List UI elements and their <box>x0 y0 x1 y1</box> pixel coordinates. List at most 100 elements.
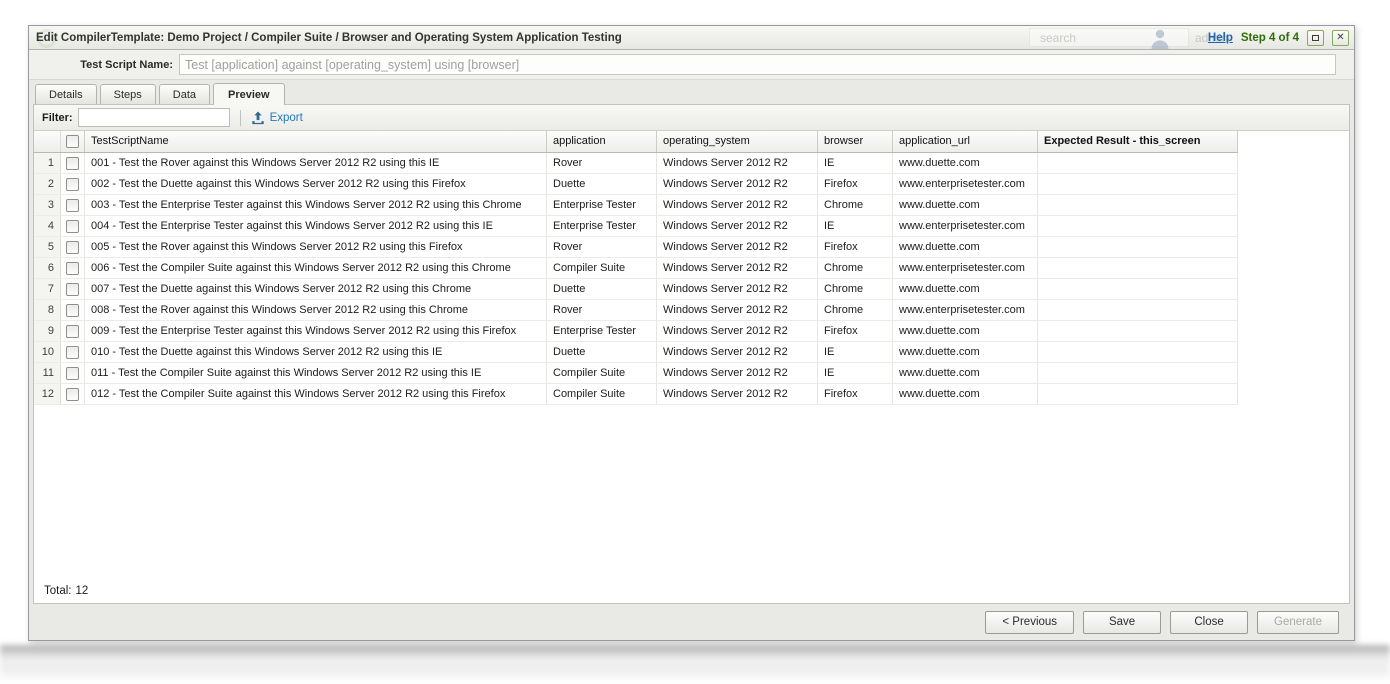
previous-button[interactable]: < Previous <box>985 611 1074 634</box>
cell-browser: Chrome <box>818 195 893 215</box>
cell-name: 006 - Test the Compiler Suite against th… <box>85 258 547 278</box>
table-row[interactable]: 1001 - Test the Rover against this Windo… <box>34 153 1238 174</box>
row-checkbox[interactable] <box>66 262 79 275</box>
cell-os: Windows Server 2012 R2 <box>657 300 818 320</box>
table-row[interactable]: 10010 - Test the Duette against this Win… <box>34 342 1238 363</box>
row-checkbox[interactable] <box>66 157 79 170</box>
row-checkbox-cell <box>61 384 85 404</box>
cell-app: Enterprise Tester <box>547 195 657 215</box>
cell-app: Rover <box>547 153 657 173</box>
cell-app: Duette <box>547 342 657 362</box>
tab-preview[interactable]: Preview <box>213 83 285 105</box>
row-checkbox-cell <box>61 237 85 257</box>
table-row[interactable]: 11011 - Test the Compiler Suite against … <box>34 363 1238 384</box>
page-background: search admin Edit CompilerTemplate: Demo… <box>0 0 1390 684</box>
generate-button[interactable]: Generate <box>1257 611 1339 634</box>
close-button[interactable]: ✕ <box>1332 30 1349 46</box>
cell-os: Windows Server 2012 R2 <box>657 258 818 278</box>
cell-app: Duette <box>547 174 657 194</box>
preview-tab-panel: Filter: Export TestScriptNameapplication… <box>33 104 1350 604</box>
cell-url: www.enterprisetester.com <box>893 258 1038 278</box>
row-number: 1 <box>34 153 61 173</box>
dialog-titlebar: search admin Edit CompilerTemplate: Demo… <box>29 26 1354 50</box>
cell-app: Enterprise Tester <box>547 321 657 341</box>
table-row[interactable]: 9009 - Test the Enterprise Tester agains… <box>34 321 1238 342</box>
row-checkbox[interactable] <box>66 346 79 359</box>
maximize-button[interactable] <box>1307 30 1324 46</box>
cell-os: Windows Server 2012 R2 <box>657 195 818 215</box>
cell-browser: Firefox <box>818 237 893 257</box>
cell-os: Windows Server 2012 R2 <box>657 237 818 257</box>
table-header-row: TestScriptNameapplicationoperating_syste… <box>34 131 1238 153</box>
edit-compiler-template-dialog: search admin Edit CompilerTemplate: Demo… <box>28 25 1355 641</box>
row-checkbox[interactable] <box>66 304 79 317</box>
row-checkbox-cell <box>61 174 85 194</box>
close-icon: ✕ <box>1336 33 1344 43</box>
maximize-icon <box>1312 35 1319 41</box>
cell-url: www.duette.com <box>893 279 1038 299</box>
row-checkbox[interactable] <box>66 178 79 191</box>
row-checkbox[interactable] <box>66 283 79 296</box>
export-label: Export <box>270 112 303 124</box>
table-row[interactable]: 4004 - Test the Enterprise Tester agains… <box>34 216 1238 237</box>
cell-exp <box>1038 279 1238 299</box>
table-row[interactable]: 8008 - Test the Rover against this Windo… <box>34 300 1238 321</box>
tab-data[interactable]: Data <box>159 84 210 104</box>
cell-os: Windows Server 2012 R2 <box>657 216 818 236</box>
row-checkbox[interactable] <box>66 241 79 254</box>
row-checkbox[interactable] <box>66 325 79 338</box>
cell-os: Windows Server 2012 R2 <box>657 279 818 299</box>
row-number: 7 <box>34 279 61 299</box>
cell-exp <box>1038 321 1238 341</box>
close-button[interactable]: Close <box>1170 611 1248 634</box>
cell-browser: Firefox <box>818 321 893 341</box>
cell-os: Windows Server 2012 R2 <box>657 321 818 341</box>
table-row[interactable]: 5 005 - Test the Rover against this Windo… <box>34 237 1238 258</box>
select-all-checkbox[interactable] <box>66 135 79 148</box>
row-checkbox[interactable] <box>66 220 79 233</box>
table-row[interactable]: 6006 - Test the Compiler Suite against t… <box>34 258 1238 279</box>
row-checkbox[interactable] <box>66 367 79 380</box>
column-header-name[interactable]: TestScriptName <box>85 131 547 152</box>
total-value: 12 <box>76 585 89 597</box>
cell-os: Windows Server 2012 R2 <box>657 174 818 194</box>
column-header-app[interactable]: application <box>547 131 657 152</box>
row-number: 10 <box>34 342 61 362</box>
row-checkbox[interactable] <box>66 199 79 212</box>
cell-name: 004 - Test the Enterprise Tester against… <box>85 216 547 236</box>
column-header-url[interactable]: application_url <box>893 131 1038 152</box>
test-script-name-row: Test Script Name: <box>29 50 1354 80</box>
row-checkbox[interactable] <box>66 388 79 401</box>
cell-app: Compiler Suite <box>547 363 657 383</box>
cell-url: www.enterprisetester.com <box>893 300 1038 320</box>
table-row[interactable]: 3003 - Test the Enterprise Tester agains… <box>34 195 1238 216</box>
cell-name: 005 - Test the Rover against this Window… <box>85 237 547 257</box>
export-button[interactable]: Export <box>251 111 303 125</box>
cell-browser: IE <box>818 363 893 383</box>
cell-exp <box>1038 363 1238 383</box>
test-script-name-input[interactable] <box>179 54 1336 75</box>
cell-app: Rover <box>547 237 657 257</box>
column-header-browser[interactable]: browser <box>818 131 893 152</box>
cell-exp <box>1038 384 1238 404</box>
cell-exp <box>1038 258 1238 278</box>
table-row[interactable]: 7007 - Test the Duette against this Wind… <box>34 279 1238 300</box>
column-header-os[interactable]: operating_system <box>657 131 818 152</box>
help-link[interactable]: Help <box>1208 32 1233 44</box>
filter-input[interactable] <box>78 108 230 127</box>
table-row[interactable]: 12012 - Test the Compiler Suite against … <box>34 384 1238 405</box>
select-all-cell <box>61 131 85 152</box>
cell-url: www.enterprisetester.com <box>893 174 1038 194</box>
cell-name: 011 - Test the Compiler Suite against th… <box>85 363 547 383</box>
tab-details[interactable]: Details <box>35 84 97 104</box>
column-header-exp[interactable]: Expected Result - this_screen <box>1038 131 1238 152</box>
cell-name: 012 - Test the Compiler Suite against th… <box>85 384 547 404</box>
row-number: 5 <box>34 237 61 257</box>
cell-app: Rover <box>547 300 657 320</box>
background-user-avatar-icon <box>1147 27 1173 49</box>
table-row[interactable]: 2002 - Test the Duette against this Wind… <box>34 174 1238 195</box>
save-button[interactable]: Save <box>1083 611 1161 634</box>
row-number: 9 <box>34 321 61 341</box>
tab-strip: DetailsStepsDataPreview <box>29 80 1354 104</box>
tab-steps[interactable]: Steps <box>100 84 156 104</box>
